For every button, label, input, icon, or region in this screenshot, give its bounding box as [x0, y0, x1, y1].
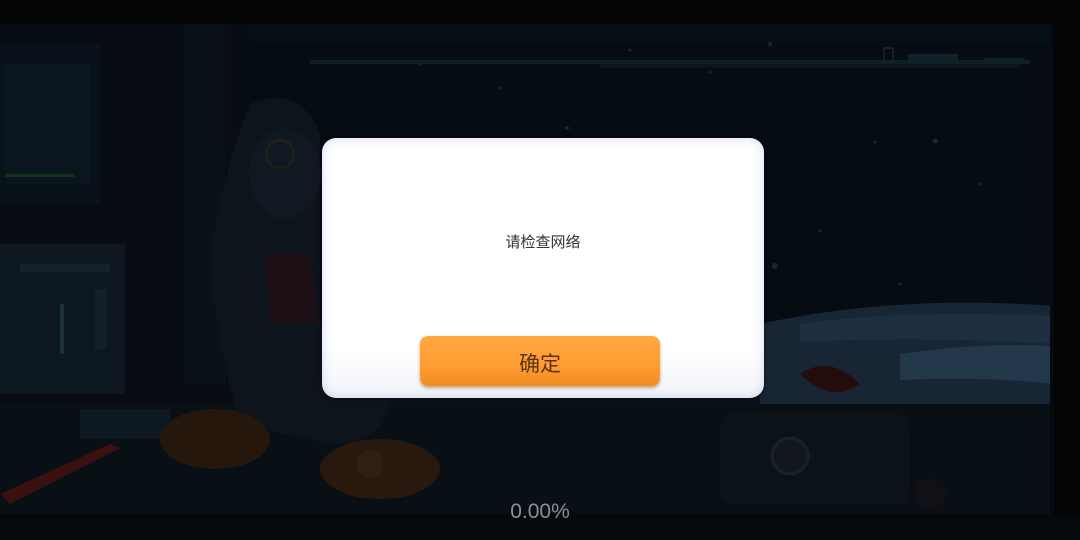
- loading-progress-text: 0.00%: [510, 500, 570, 523]
- dialog-message: 请检查网络: [505, 233, 581, 251]
- network-error-dialog: 请检查网络 确定: [322, 138, 764, 398]
- confirm-button-label: 确定: [519, 352, 561, 376]
- game-screen: 0.00% 请检查网络 确定: [0, 0, 1080, 540]
- confirm-button[interactable]: 确定: [420, 336, 660, 386]
